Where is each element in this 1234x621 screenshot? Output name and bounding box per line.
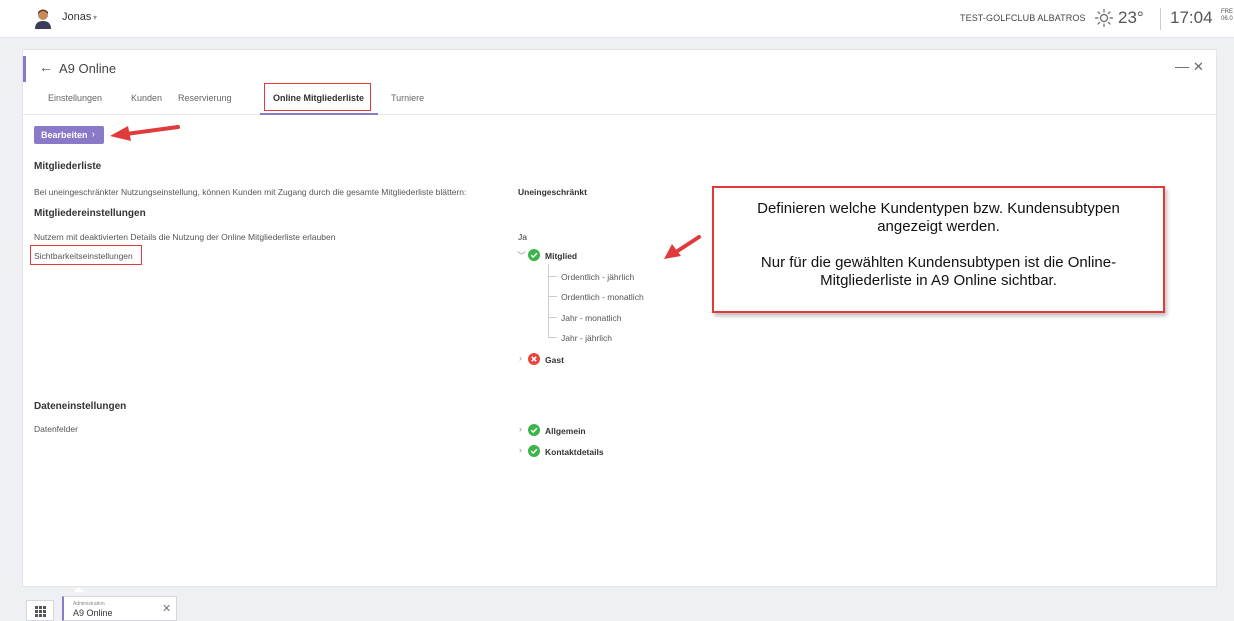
chevron-right-icon[interactable]: ›: [519, 424, 522, 434]
annotation-highlight-visibility: [30, 245, 142, 265]
back-arrow-icon[interactable]: ←: [39, 59, 53, 75]
close-icon[interactable]: ✕: [1193, 59, 1204, 75]
data-field-kontaktdetails[interactable]: Kontaktdetails: [545, 447, 604, 457]
clock-date: 06.0: [1221, 16, 1233, 22]
tree-connector: [548, 337, 557, 338]
section-heading-mitgliederliste: Mitgliederliste: [34, 161, 102, 172]
active-task-pointer: [74, 587, 84, 592]
callout-line: Definieren welche Kundentypen bzw. Kunde…: [757, 200, 1120, 217]
user-avatar-icon[interactable]: [34, 9, 52, 29]
task-tab-label: A9 Online: [73, 608, 113, 618]
club-name[interactable]: TEST-GOLFCLUB ALBATROS: [960, 13, 1086, 23]
clock-weekday: FRE: [1221, 9, 1233, 15]
module-panel: ← A9 Online — ✕ Einstellungen Kunden Res…: [22, 49, 1217, 587]
tree-connector: [548, 276, 557, 277]
tab-kunden[interactable]: Kunden: [131, 93, 162, 103]
tree-item-subtype[interactable]: Ordentlich - monatlich: [561, 292, 644, 302]
annotation-arrow-icon: [664, 235, 701, 259]
check-circle-icon: [528, 424, 540, 436]
tree-item-subtype[interactable]: Jahr - monatlich: [561, 313, 621, 323]
chevron-right-icon[interactable]: ›: [519, 445, 522, 455]
annotation-highlight-tab: [264, 83, 371, 111]
section-heading-dateneinstellungen: Dateneinstellungen: [34, 401, 127, 412]
tree-connector: [548, 317, 557, 318]
tree-item-mitglied[interactable]: Mitglied: [545, 251, 577, 261]
section-heading-mitgliedereinstellungen: Mitgliedereinstellungen: [34, 208, 146, 219]
sun-icon: [1094, 8, 1114, 28]
chevron-right-icon: ›: [91, 129, 95, 140]
edit-button[interactable]: Bearbeiten ›: [34, 126, 104, 144]
minimize-icon[interactable]: —: [1175, 58, 1189, 74]
chevron-down-icon[interactable]: ﹀: [517, 249, 526, 262]
tab-reservierung[interactable]: Reservierung: [178, 93, 232, 103]
callout-line: angezeigt werden.: [877, 218, 1000, 235]
chevron-right-icon[interactable]: ›: [519, 353, 522, 363]
task-tab-a9-online[interactable]: Administration A9 Online ✕: [62, 596, 177, 621]
setting-label-deactivated-details: Nutzern mit deaktivierten Details die Nu…: [34, 232, 336, 242]
grid-icon: [35, 606, 46, 617]
page-title: A9 Online: [59, 61, 117, 76]
tab-einstellungen[interactable]: Einstellungen: [48, 93, 102, 103]
user-name[interactable]: Jonas: [62, 11, 91, 23]
setting-label-browse: Bei uneingeschränkter Nutzungseinstellun…: [34, 187, 467, 197]
panel-accent-bar: [23, 56, 26, 82]
check-circle-icon: [528, 249, 540, 261]
active-tab-indicator: [260, 113, 378, 115]
annotation-arrow-icon: [110, 125, 180, 141]
app-grid-button[interactable]: [26, 600, 54, 621]
callout-line: Mitgliederliste in A9 Online sichtbar.: [820, 272, 1057, 289]
task-tab-category: Administration: [73, 601, 105, 607]
tree-connector: [548, 296, 557, 297]
temperature: 23°: [1118, 8, 1144, 27]
annotation-callout: Definieren welche Kundentypen bzw. Kunde…: [712, 186, 1165, 313]
top-bar: Jonas ▾ TEST-GOLFCLUB ALBATROS 23° 17:04…: [0, 0, 1234, 38]
setting-label-datenfelder: Datenfelder: [34, 424, 78, 434]
tab-bar: Einstellungen Kunden Reservierung Online…: [23, 86, 1216, 115]
taskbar: Administration A9 Online ✕: [0, 593, 1234, 621]
check-circle-icon: [528, 445, 540, 457]
close-icon[interactable]: ✕: [162, 602, 171, 615]
tab-turniere[interactable]: Turniere: [391, 93, 424, 103]
chevron-down-icon[interactable]: ▾: [93, 13, 97, 22]
setting-value-browse: Uneingeschränkt: [518, 187, 587, 197]
callout-line: Nur für die gewählten Kundensubtypen ist…: [760, 254, 1117, 271]
x-circle-icon: [528, 353, 540, 365]
data-field-allgemein[interactable]: Allgemein: [545, 426, 586, 436]
clock-time: 17:04: [1170, 8, 1213, 27]
callout-spacer: [714, 236, 1163, 254]
tree-item-subtype[interactable]: Jahr - jährlich: [561, 333, 612, 343]
divider: [1160, 8, 1161, 30]
edit-button-label: Bearbeiten: [41, 130, 88, 140]
tree-item-gast[interactable]: Gast: [545, 355, 564, 365]
setting-value-deactivated-details: Ja: [518, 232, 527, 242]
tree-item-subtype[interactable]: Ordentlich - jährlich: [561, 272, 634, 282]
